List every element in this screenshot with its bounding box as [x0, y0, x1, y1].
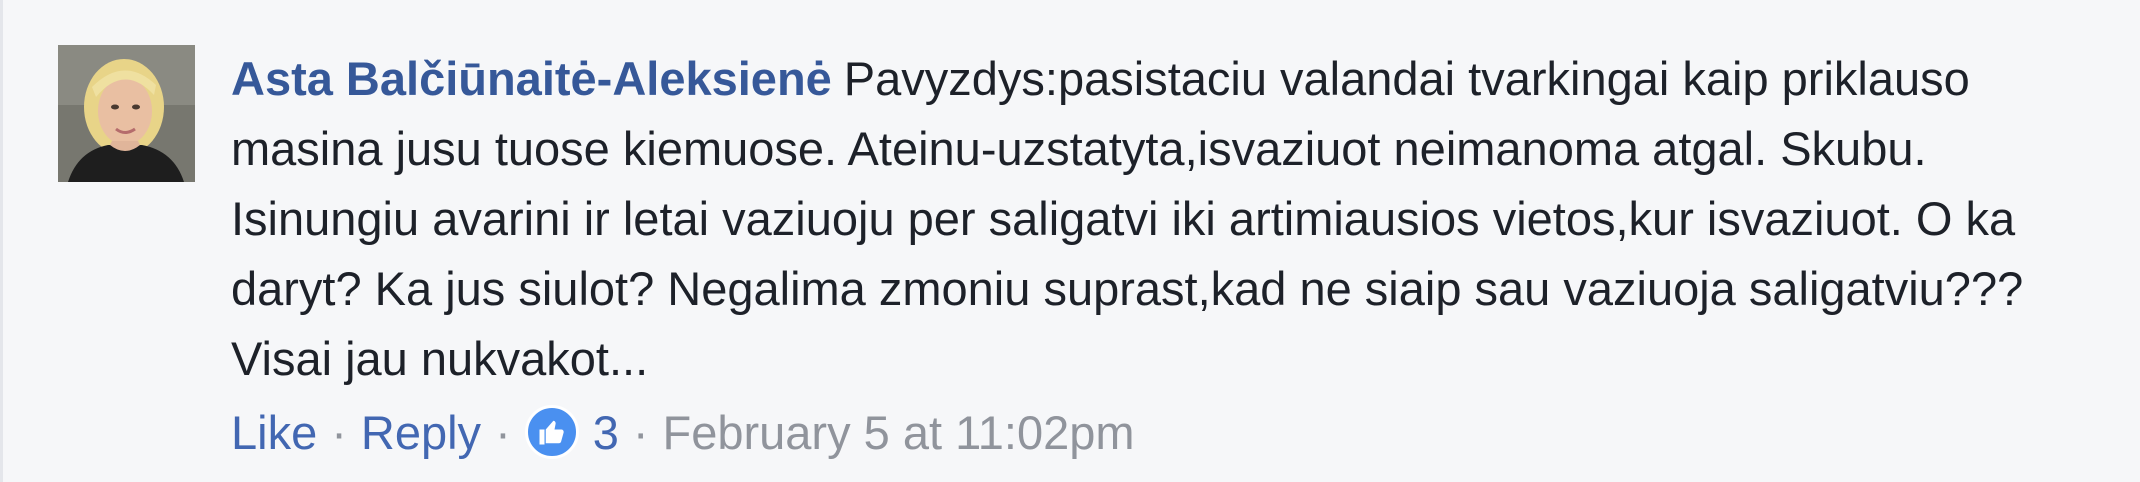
separator-dot: · — [495, 405, 511, 459]
author-name[interactable]: Asta Balčiūnaitė-Aleksienė — [231, 52, 832, 105]
user-photo-avatar — [58, 45, 195, 182]
like-link[interactable]: Like — [231, 405, 317, 460]
reaction-count[interactable]: 3 — [593, 405, 619, 460]
separator-dot: · — [331, 405, 347, 459]
separator-dot: · — [632, 405, 649, 459]
avatar[interactable] — [58, 45, 195, 182]
comment: Asta Balčiūnaitė-Aleksienė Pavyzdys:pasis… — [0, 0, 2140, 482]
thumbs-up-glyph — [539, 420, 564, 445]
thumbs-up-icon[interactable] — [524, 405, 579, 459]
comment-body: Asta Balčiūnaitė-Aleksienė Pavyzdys:pasis… — [231, 44, 2041, 394]
reply-link[interactable]: Reply — [361, 405, 481, 460]
comment-actions: Like · Reply · 3 · February 5 at 11:02pm — [231, 402, 1135, 462]
timestamp[interactable]: February 5 at 11:02pm — [663, 405, 1135, 460]
